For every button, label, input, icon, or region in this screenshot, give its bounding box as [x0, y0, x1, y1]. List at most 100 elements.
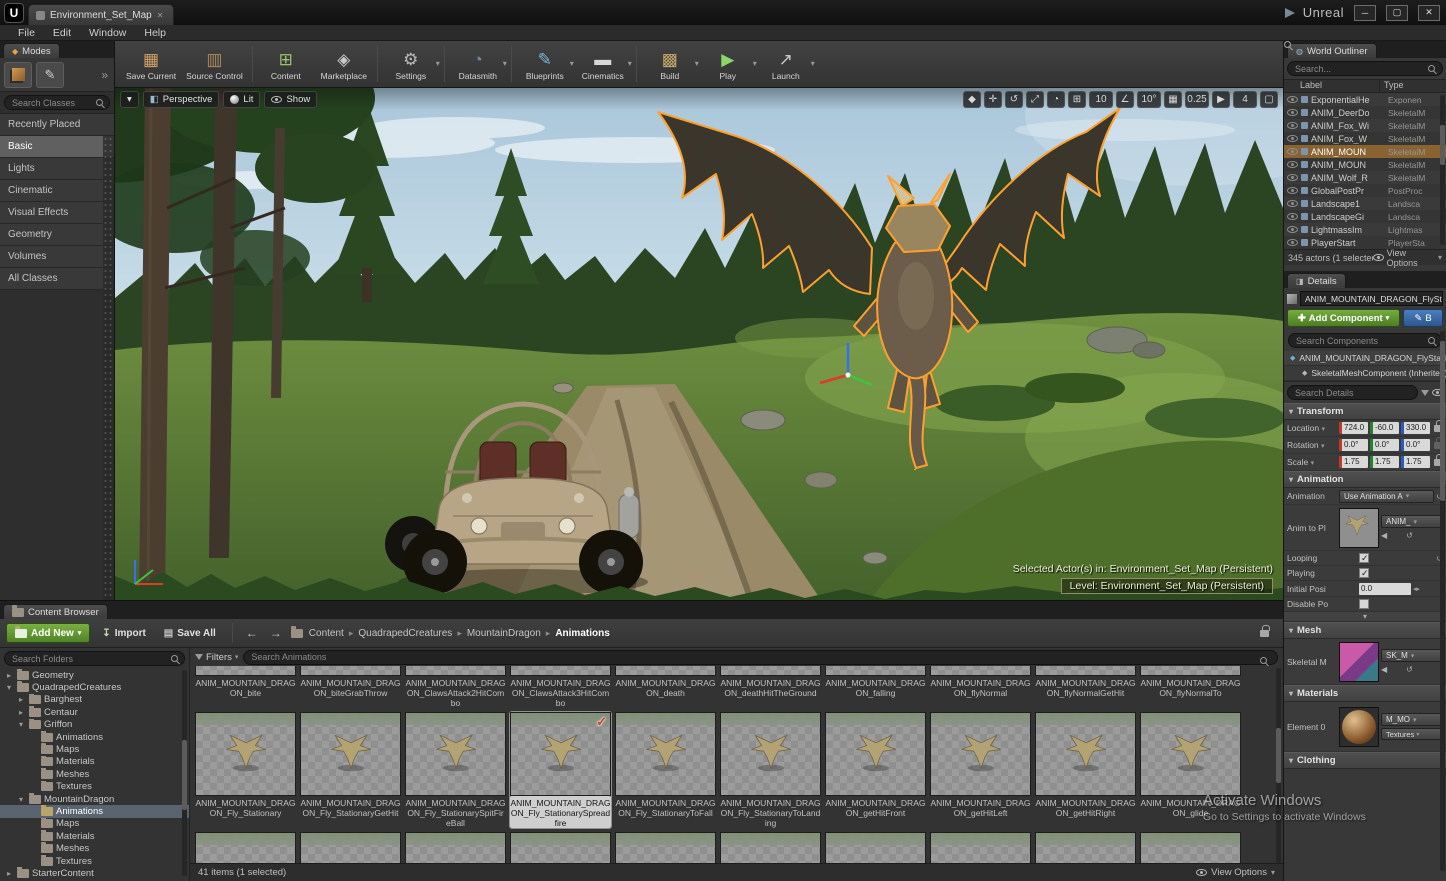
- outliner-view-options-button[interactable]: View Options▾: [1373, 248, 1442, 268]
- location-y-field[interactable]: -60.0: [1370, 422, 1399, 434]
- scale-y-field[interactable]: 1.75: [1370, 456, 1399, 468]
- caret-down-icon[interactable]: ▾: [503, 59, 507, 68]
- outliner-row[interactable]: ANIM_MOUN SkeletalM: [1284, 158, 1446, 171]
- component-row-skeletalmesh[interactable]: ◆ SkeletalMeshComponent (Inherited): [1284, 366, 1446, 381]
- tree-expander-icon[interactable]: ▾: [16, 795, 26, 804]
- asset-tile[interactable]: ANIM_MOUNTAIN_DRAGON_glide: [1140, 712, 1241, 828]
- toolbar-button-launch[interactable]: ↗ Launch ▾: [757, 43, 815, 86]
- toolbar-button-datasmith[interactable]: ◔ Datasmith ▾: [449, 43, 507, 86]
- sidebar-item-geometry[interactable]: Geometry: [0, 224, 114, 246]
- textures-button[interactable]: Textures▾: [1381, 728, 1443, 740]
- viewport-options-button[interactable]: ▾: [120, 91, 139, 108]
- import-button[interactable]: ↧ Import: [96, 623, 152, 643]
- looping-checkbox[interactable]: [1359, 553, 1369, 563]
- details-scrollbar[interactable]: [1440, 341, 1445, 501]
- tree-expander-icon[interactable]: ▸: [16, 708, 26, 717]
- level-tab[interactable]: Environment_Set_Map ✕: [28, 4, 174, 25]
- close-button[interactable]: ✕: [1418, 5, 1440, 21]
- folder-centaur[interactable]: ▸ Centaur: [0, 706, 189, 718]
- rotation-x-field[interactable]: 0.0°: [1339, 439, 1368, 451]
- browse-icon[interactable]: [1392, 665, 1401, 674]
- asset-tile[interactable]: ANIM_MOUNTAIN_DRAGON_deathHitTheGround: [720, 666, 821, 708]
- visibility-eye-icon[interactable]: [1287, 213, 1298, 220]
- sidebar-item-cinematic[interactable]: Cinematic: [0, 180, 114, 202]
- tab-modes[interactable]: ◆ Modes: [3, 43, 60, 58]
- tree-expander-icon[interactable]: ▾: [4, 683, 14, 692]
- outliner-search-input[interactable]: [1287, 61, 1443, 76]
- anim-asset-dropdown[interactable]: ANIM_▾: [1381, 515, 1443, 528]
- sidebar-item-volumes[interactable]: Volumes: [0, 246, 114, 268]
- outliner-scrollbar[interactable]: [1440, 125, 1445, 165]
- place-mode-button[interactable]: [4, 62, 32, 88]
- asset-tile[interactable]: [825, 832, 926, 863]
- asset-tile[interactable]: ANIM_MOUNTAIN_DRAGON_Fly_StationaryToFal…: [615, 712, 716, 828]
- move-tool-button[interactable]: ✛: [984, 91, 1002, 108]
- asset-tile[interactable]: [405, 832, 506, 863]
- outliner-row[interactable]: Landscape1 Landsca: [1284, 197, 1446, 210]
- outliner-row[interactable]: ANIM_Fox_Wi SkeletalM: [1284, 119, 1446, 132]
- components-search-input[interactable]: [1288, 333, 1442, 348]
- asset-tile[interactable]: [615, 832, 716, 863]
- material-thumbnail[interactable]: [1339, 707, 1379, 747]
- outliner-row[interactable]: LightmassIm Lightmas: [1284, 223, 1446, 236]
- mesh-dropdown[interactable]: SK_M▾: [1381, 649, 1443, 662]
- folder-animations[interactable]: Animations: [0, 731, 189, 743]
- sidebar-item-recently-placed[interactable]: Recently Placed: [0, 114, 114, 136]
- section-materials[interactable]: ▾Materials: [1284, 685, 1446, 702]
- reset-icon[interactable]: ↺: [1406, 531, 1413, 540]
- folder-maps[interactable]: Maps: [0, 818, 189, 830]
- folder-mountaindragon[interactable]: ▾ MountainDragon: [0, 793, 189, 805]
- add-new-button[interactable]: Add New ▾: [6, 623, 90, 643]
- lock-icon[interactable]: [1260, 630, 1269, 637]
- folder-quadrapedcreatures[interactable]: ▾ QuadrapedCreatures: [0, 681, 189, 693]
- column-label[interactable]: Label: [1284, 80, 1380, 92]
- asset-tile[interactable]: [1140, 832, 1241, 863]
- breadcrumb-quadrapedcreatures[interactable]: QuadrapedCreatures: [358, 628, 452, 639]
- scale-snap-value[interactable]: 0.25: [1185, 91, 1209, 108]
- rotate-tool-button[interactable]: ↺: [1005, 91, 1023, 108]
- breadcrumb-animations[interactable]: Animations: [555, 628, 609, 639]
- folder-meshes[interactable]: Meshes: [0, 842, 189, 854]
- sidebar-item-visual-effects[interactable]: Visual Effects: [0, 202, 114, 224]
- forward-button[interactable]: →: [267, 626, 285, 640]
- breadcrumb-mountaindragon[interactable]: MountainDragon: [467, 628, 541, 639]
- outliner-row[interactable]: GlobalPostPr PostProc: [1284, 184, 1446, 197]
- actor-name-field[interactable]: ANIM_MOUNTAIN_DRAGON_FlySta: [1300, 291, 1443, 306]
- visibility-eye-icon[interactable]: [1287, 161, 1298, 168]
- caret-down-icon[interactable]: ▾: [436, 59, 440, 68]
- asset-tile[interactable]: [720, 832, 821, 863]
- folder-startercontent[interactable]: ▸ StarterContent: [0, 867, 189, 879]
- folder-materials[interactable]: Materials: [0, 830, 189, 842]
- asset-tile[interactable]: [510, 832, 611, 863]
- visibility-eye-icon[interactable]: [1287, 187, 1298, 194]
- assets-search-input[interactable]: [243, 650, 1278, 665]
- view-mode-button[interactable]: Lit: [223, 91, 260, 108]
- initial-position-field[interactable]: 0.0: [1359, 583, 1411, 595]
- asset-tile[interactable]: ANIM_MOUNTAIN_DRAGON_death: [615, 666, 716, 708]
- toolbar-button-source-control[interactable]: ▥ Source Control: [181, 43, 248, 86]
- material-dropdown[interactable]: M_MO▾: [1381, 713, 1443, 726]
- rotation-snap-icon[interactable]: ∠: [1116, 91, 1134, 108]
- toolbar-button-play[interactable]: ▶ Play ▾: [699, 43, 757, 86]
- outliner-row[interactable]: PlayerStart PlayerSta: [1284, 236, 1446, 249]
- camera-menu-button[interactable]: ◧Perspective: [143, 91, 220, 108]
- use-selected-icon[interactable]: ◀: [1381, 531, 1387, 540]
- folder-textures[interactable]: Textures: [0, 781, 189, 793]
- folder-maps[interactable]: Maps: [0, 743, 189, 755]
- tab-content-browser[interactable]: Content Browser: [3, 604, 108, 619]
- folders-search-input[interactable]: [4, 651, 185, 666]
- caret-down-icon[interactable]: ▾: [628, 59, 632, 68]
- menu-edit[interactable]: Edit: [45, 25, 79, 40]
- outliner-row[interactable]: ANIM_Fox_W SkeletalM: [1284, 132, 1446, 145]
- tree-expander-icon[interactable]: ▸: [4, 869, 14, 878]
- assets-scrollbar[interactable]: [1276, 728, 1281, 783]
- asset-tile[interactable]: [1035, 832, 1136, 863]
- rotation-y-field[interactable]: 0.0°: [1370, 439, 1399, 451]
- section-clothing[interactable]: ▾Clothing: [1284, 752, 1446, 769]
- visibility-eye-icon[interactable]: [1287, 239, 1298, 246]
- paint-mode-button[interactable]: ✎: [36, 62, 64, 88]
- caret-down-icon[interactable]: ▾: [811, 59, 815, 68]
- folder-griffon[interactable]: ▾ Griffon: [0, 719, 189, 731]
- asset-tile[interactable]: ANIM_MOUNTAIN_DRAGON_Fly_StationaryGetHi…: [300, 712, 401, 828]
- asset-tile[interactable]: ANIM_MOUNTAIN_DRAGON_Fly_StationarySpitF…: [405, 712, 506, 828]
